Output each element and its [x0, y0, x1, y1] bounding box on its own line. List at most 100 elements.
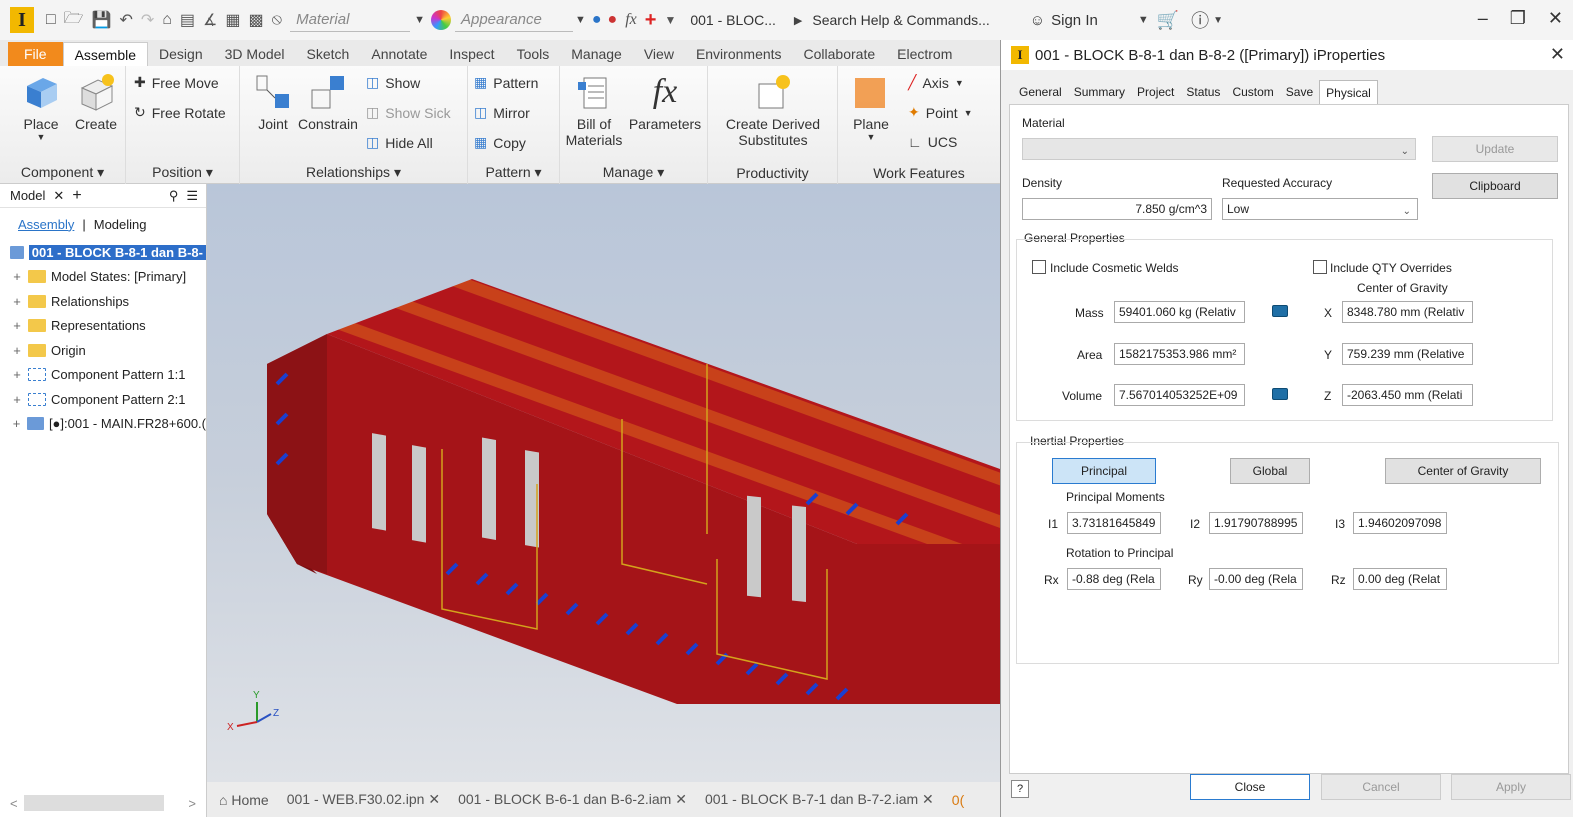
close-window-icon[interactable]: ✕ [1548, 8, 1563, 29]
measure-icon[interactable]: ∡ [203, 10, 217, 30]
expand-icon[interactable]: + [10, 343, 24, 358]
expand-icon[interactable]: + [10, 294, 24, 309]
tab-assembly[interactable]: Assembly [18, 217, 74, 232]
expand-icon[interactable]: + [10, 392, 24, 407]
create-button[interactable]: Create [70, 72, 122, 132]
document-tab[interactable]: 0( [952, 792, 964, 808]
update-button[interactable]: Update [1432, 136, 1558, 162]
axis-triad[interactable]: Y X Z [227, 690, 279, 733]
ucs-button[interactable]: ∟ UCS [908, 134, 957, 150]
minimize-icon[interactable]: – [1478, 8, 1488, 29]
tree-item[interactable]: + [●]:001 - MAIN.FR28+600.( [0, 412, 206, 437]
ribbon-tab-design[interactable]: Design [148, 42, 214, 66]
document-tab[interactable]: 001 - BLOCK B-7-1 dan B-7-2.iam ✕ [705, 791, 934, 808]
save-icon[interactable]: 💾 [92, 10, 112, 30]
ribbon-tab-environments[interactable]: Environments [685, 42, 793, 66]
tree-item[interactable]: + Representations [0, 314, 206, 339]
document-tab[interactable]: 001 - BLOCK B-6-1 dan B-6-2.iam ✕ [458, 791, 687, 808]
tab-summary[interactable]: Summary [1068, 80, 1131, 104]
create-derived-substitutes-button[interactable]: Create Derived Substitutes [716, 72, 830, 148]
home-icon[interactable]: ⌂ [162, 11, 172, 29]
tab-custom[interactable]: Custom [1226, 80, 1279, 104]
tree-item[interactable]: + Origin [0, 338, 206, 363]
free-move-button[interactable]: ✚ Free Move [134, 74, 219, 91]
material-dropdown[interactable]: ⌄ [1022, 138, 1416, 160]
close-button[interactable]: Close [1190, 774, 1310, 800]
cancel-button[interactable]: Cancel [1321, 774, 1441, 800]
bill-of-materials-button[interactable]: Bill of Materials [562, 72, 626, 148]
redo-icon[interactable]: ↷ [141, 10, 154, 30]
chevron-down-icon[interactable]: ▼ [1138, 14, 1149, 26]
sketch-icon[interactable]: ▩ [249, 10, 264, 30]
horizontal-scrollbar[interactable]: < > [10, 795, 196, 811]
close-icon[interactable]: ✕ [53, 188, 64, 204]
appearance-combo[interactable]: Appearance [454, 8, 573, 32]
axis-button[interactable]: ╱ Axis ▼ [908, 74, 964, 91]
point-button[interactable]: ✦ Point ▼ [908, 104, 973, 121]
chevron-down-icon[interactable]: ▼ [1213, 15, 1223, 26]
adjust-appearance-icon[interactable]: ● [608, 11, 618, 29]
close-icon[interactable]: ✕ [675, 791, 687, 807]
clipboard-button[interactable]: Clipboard [1432, 173, 1558, 199]
clear-appearance-icon[interactable]: ● [592, 11, 602, 29]
restore-icon[interactable]: ❐ [1510, 8, 1526, 29]
chevron-right-icon[interactable]: ▶ [794, 14, 802, 27]
manage-panel-label[interactable]: Manage ▾ [560, 164, 707, 181]
help-icon[interactable]: ⓘ [1191, 7, 1209, 33]
global-button[interactable]: Global [1230, 458, 1310, 484]
undo-icon[interactable]: ↶ [119, 10, 132, 30]
close-icon[interactable]: ✕ [428, 791, 440, 807]
tab-physical[interactable]: Physical [1319, 80, 1378, 104]
density-field[interactable]: 7.850 g/cm^3 [1022, 198, 1212, 220]
ribbon-tab-view[interactable]: View [633, 42, 685, 66]
tab-save[interactable]: Save [1280, 80, 1319, 104]
plane-button[interactable]: Plane ▼ [842, 72, 900, 142]
expand-icon[interactable]: + [10, 367, 24, 382]
copy-button[interactable]: ▦ Copy [474, 134, 526, 151]
expand-icon[interactable]: + [10, 318, 24, 333]
free-rotate-button[interactable]: ↻ Free Rotate [134, 104, 226, 121]
sign-in-button[interactable]: ☺ Sign In [1030, 12, 1098, 29]
tab-general[interactable]: General [1013, 80, 1068, 104]
material-combo[interactable]: Material [290, 8, 411, 32]
material-icon[interactable]: ⦸ [272, 11, 282, 29]
chevron-down-icon[interactable]: ▼ [575, 14, 586, 26]
ribbon-tab-collaborate[interactable]: Collaborate [793, 42, 887, 66]
relationships-panel-label[interactable]: Relationships ▾ [240, 164, 467, 181]
include-qty-overrides-checkbox[interactable] [1313, 260, 1327, 274]
include-cosmetic-welds-checkbox[interactable] [1032, 260, 1046, 274]
close-icon[interactable]: ✕ [922, 791, 934, 807]
principal-button[interactable]: Principal [1052, 458, 1156, 484]
calculator-icon[interactable] [1272, 388, 1288, 400]
pattern-panel-label[interactable]: Pattern ▾ [468, 164, 559, 181]
ribbon-tab-inspect[interactable]: Inspect [438, 42, 505, 66]
pattern-button[interactable]: ▦ Pattern [474, 74, 538, 91]
center-of-gravity-button[interactable]: Center of Gravity [1385, 458, 1541, 484]
tab-status[interactable]: Status [1180, 80, 1226, 104]
add-icon[interactable]: + [645, 9, 657, 32]
constrain-button[interactable]: Constrain [296, 72, 360, 132]
ribbon-tab-tools[interactable]: Tools [506, 42, 561, 66]
ribbon-tab-sketch[interactable]: Sketch [296, 42, 361, 66]
tab-project[interactable]: Project [1131, 80, 1180, 104]
app-logo[interactable]: I [10, 7, 34, 33]
scroll-right-icon[interactable]: > [188, 796, 196, 811]
place-button[interactable]: Place ▼ [16, 72, 66, 142]
close-icon[interactable]: ✕ [1550, 44, 1565, 65]
show-sick-button[interactable]: ◫ Show Sick [366, 104, 451, 121]
chevron-down-icon[interactable]: ▼ [414, 14, 425, 26]
scroll-left-icon[interactable]: < [10, 796, 18, 811]
customize-icon[interactable]: ▼ [664, 13, 676, 27]
menu-icon[interactable]: ☰ [186, 188, 198, 204]
properties-icon[interactable]: ▤ [180, 10, 195, 30]
tree-root[interactable]: 001 - BLOCK B-8-1 dan B-8- [0, 240, 206, 265]
document-tab[interactable]: 001 - WEB.F30.02.ipn ✕ [287, 791, 440, 808]
select-icon[interactable]: ▦ [225, 10, 240, 30]
open-file-icon[interactable]: 🗁 [64, 7, 84, 34]
add-icon[interactable]: + [72, 187, 81, 205]
3d-viewport[interactable]: Y X Z [207, 184, 1000, 782]
search-commands-input[interactable]: Search Help & Commands... [812, 12, 989, 28]
apply-button[interactable]: Apply [1451, 774, 1571, 800]
mirror-button[interactable]: ◫ Mirror [474, 104, 530, 121]
question-icon[interactable]: ? [1011, 780, 1029, 798]
